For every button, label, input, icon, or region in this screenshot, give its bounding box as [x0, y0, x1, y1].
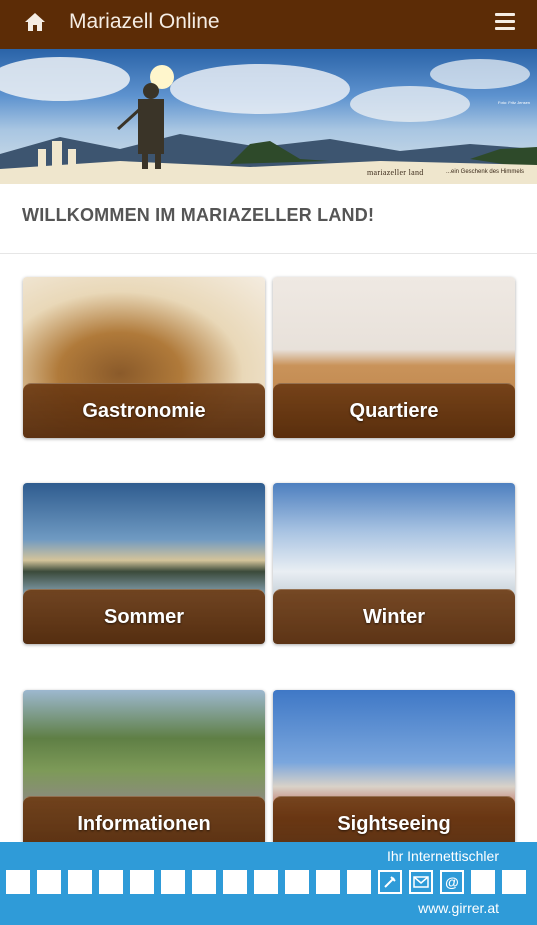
footer-square — [347, 870, 371, 894]
tile-label: Winter — [362, 605, 426, 628]
footer-square — [223, 870, 247, 894]
tile-label: Gastronomie — [82, 399, 206, 422]
tile-gastronomie[interactable]: Gastronomie — [23, 277, 265, 438]
tile-quartiere[interactable]: Quartiere — [273, 277, 515, 438]
footer-square — [471, 870, 495, 894]
tile-label: Quartiere — [349, 399, 439, 422]
footer-url-link[interactable]: www.girrer.at — [418, 900, 499, 916]
tile-sightseeing[interactable]: Sightseeing — [273, 690, 515, 851]
tile-label-band: Gastronomie — [23, 383, 265, 438]
tile-label: Sommer — [103, 605, 185, 628]
top-navbar: Mariazell Online — [0, 0, 537, 49]
tile-winter[interactable]: Winter — [273, 483, 515, 644]
email-icon — [409, 870, 433, 894]
banner-brand-logo: mariazeller land — [367, 168, 424, 177]
footer-square — [502, 870, 526, 894]
app-title[interactable]: Mariazell Online — [69, 10, 220, 34]
sponsor-footer-bar[interactable]: Ihr Internettischler @ www.girrer.at — [0, 842, 537, 925]
footer-square — [99, 870, 123, 894]
footer-square — [68, 870, 92, 894]
footer-square-row: @ — [6, 870, 526, 894]
home-icon[interactable] — [24, 11, 46, 33]
footer-square — [285, 870, 309, 894]
tile-label: Informationen — [77, 812, 211, 835]
tile-sommer[interactable]: Sommer — [23, 483, 265, 644]
tile-label-band: Quartiere — [273, 383, 515, 438]
section-divider — [0, 253, 537, 254]
photo-credit: Foto: Fritz Jensen — [498, 100, 531, 105]
footer-square — [161, 870, 185, 894]
tile-label-band: Sommer — [23, 589, 265, 644]
tool-icon — [378, 870, 402, 894]
footer-square — [6, 870, 30, 894]
hero-banner: Foto: Fritz Jensen mariazeller land ...e… — [0, 49, 537, 184]
banner-tagline: ...ein Geschenk des Himmels — [446, 169, 525, 175]
footer-square — [130, 870, 154, 894]
footer-square — [192, 870, 216, 894]
footer-square — [254, 870, 278, 894]
tile-informationen[interactable]: Informationen — [23, 690, 265, 851]
welcome-heading: WILLKOMMEN IM MARIAZELLER LAND! — [22, 205, 375, 225]
footer-square — [316, 870, 340, 894]
footer-tagline: Ihr Internettischler — [386, 848, 499, 864]
tile-label: Sightseeing — [337, 812, 451, 835]
tile-label-band: Winter — [273, 589, 515, 644]
footer-square — [37, 870, 61, 894]
hamburger-menu-icon[interactable] — [495, 13, 515, 31]
at-icon: @ — [440, 870, 464, 894]
